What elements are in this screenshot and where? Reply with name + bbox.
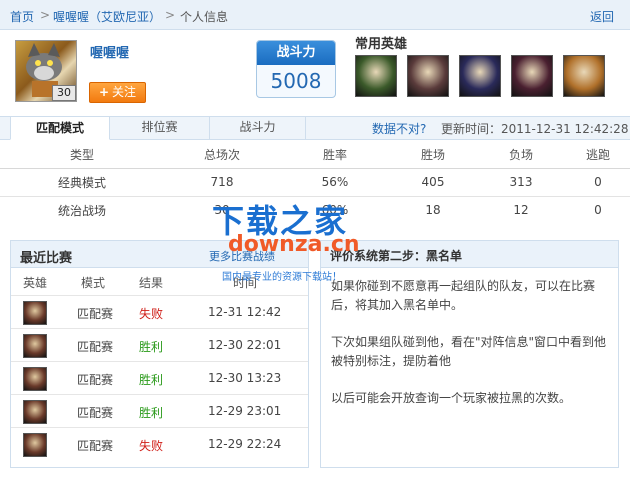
player-avatar: 30 bbox=[15, 40, 77, 102]
breadcrumb-server-link[interactable]: 喔喔喔（艾欧尼亚） bbox=[53, 8, 161, 25]
breadcrumb-separator: > bbox=[165, 8, 176, 22]
tip-panel: 评价系统第二步：黑名单 如果你碰到不愿意再一起组队的队友，可以在比赛后，将其加入… bbox=[320, 240, 619, 468]
follow-button-label: 关注 bbox=[112, 85, 137, 99]
stats-cell: 30 bbox=[164, 195, 280, 224]
match-row[interactable]: 匹配赛 失败 12-31 12:42 bbox=[11, 295, 308, 328]
stats-header: 胜率 bbox=[322, 148, 347, 163]
stats-row: 经典模式 718 56% 405 313 0 bbox=[0, 167, 630, 196]
tab-ranked[interactable]: 排位赛 bbox=[110, 116, 210, 140]
hero-bug-icon bbox=[23, 433, 47, 457]
match-time: 12-31 12:42 bbox=[208, 305, 282, 319]
data-wrong-link[interactable]: 数据不对? bbox=[372, 120, 426, 137]
match-time: 12-30 22:01 bbox=[208, 338, 282, 352]
matches-column-header: 结果 bbox=[139, 276, 164, 290]
combat-power-title: 战斗力 bbox=[257, 41, 335, 65]
stats-cell: 统治战场 bbox=[0, 195, 164, 224]
stats-cell: 12 bbox=[476, 195, 566, 224]
hero-akali-icon bbox=[23, 400, 47, 424]
stats-header: 总场次 bbox=[203, 148, 240, 163]
breadcrumb-separator: > bbox=[40, 8, 51, 22]
stats-header: 负场 bbox=[508, 148, 533, 163]
common-heroes-title: 常用英雄 bbox=[355, 37, 408, 52]
stats-cell: 0 bbox=[566, 195, 630, 224]
breadcrumb: 首页 > 喔喔喔（艾欧尼亚） > 个人信息 返回 bbox=[0, 0, 630, 30]
combat-power-box: 战斗力 5008 bbox=[256, 40, 336, 98]
recent-matches-header: 最近比赛 更多比赛战绩 bbox=[11, 241, 308, 268]
match-time: 12-29 23:01 bbox=[208, 404, 282, 418]
back-link[interactable]: 返回 bbox=[590, 8, 614, 25]
tip-paragraph: 以后可能会开放查询一个玩家被拉黑的次数。 bbox=[331, 391, 572, 405]
stats-row: 统治战场 30 60% 18 12 0 bbox=[0, 195, 630, 224]
match-result: 失败 bbox=[139, 307, 164, 321]
tip-title: 评价系统第二步：黑名单 bbox=[330, 249, 463, 263]
tip-paragraph: 如果你碰到不愿意再一起组队的队友，可以在比赛后，将其加入黑名单中。 bbox=[331, 279, 596, 312]
match-mode: 匹配赛 bbox=[77, 340, 114, 354]
match-time: 12-30 13:23 bbox=[208, 371, 282, 385]
match-mode: 匹配赛 bbox=[77, 439, 114, 453]
tab-combat-power[interactable]: 战斗力 bbox=[210, 116, 306, 140]
match-row[interactable]: 匹配赛 胜利 12-29 23:01 bbox=[11, 394, 308, 427]
recent-matches-panel: 最近比赛 更多比赛战绩 英雄 模式 结果 时间 匹配赛 失败 12-31 12:42… bbox=[10, 240, 309, 468]
matches-column-header: 模式 bbox=[81, 276, 106, 290]
stats-header: 逃跑 bbox=[585, 148, 610, 163]
stats-cell: 405 bbox=[390, 167, 476, 196]
match-row[interactable]: 匹配赛 胜利 12-30 22:01 bbox=[11, 328, 308, 361]
match-time: 12-29 22:24 bbox=[208, 437, 282, 451]
stats-header-row: 类型 总场次 胜率 胜场 负场 逃跑 bbox=[0, 142, 630, 168]
recent-matches-title: 最近比赛 bbox=[20, 251, 73, 266]
stats-cell: 18 bbox=[390, 195, 476, 224]
level-badge: 30 bbox=[52, 85, 76, 101]
hero-akali-icon bbox=[23, 301, 47, 325]
combat-power-value: 5008 bbox=[270, 69, 322, 93]
stats-cell: 718 bbox=[164, 167, 280, 196]
hero-jax-icon[interactable] bbox=[563, 55, 605, 97]
match-mode: 匹配赛 bbox=[77, 406, 114, 420]
follow-button[interactable]: + 关注 bbox=[89, 82, 146, 103]
stats-cell: 313 bbox=[476, 167, 566, 196]
hero-bug-icon[interactable] bbox=[355, 55, 397, 97]
stats-cell: 56% bbox=[280, 167, 390, 196]
tip-paragraph: 下次如果组队碰到他，看在"对阵信息"窗口中看到他被特别标注，提防着他 bbox=[331, 335, 607, 368]
hero-kassadin-icon[interactable] bbox=[459, 55, 501, 97]
stats-header: 胜场 bbox=[420, 148, 445, 163]
hero-vayne-icon[interactable] bbox=[511, 55, 553, 97]
match-row[interactable]: 匹配赛 失败 12-29 22:24 bbox=[11, 427, 308, 460]
tip-header: 评价系统第二步：黑名单 bbox=[321, 241, 618, 268]
breadcrumb-home-link[interactable]: 首页 bbox=[10, 8, 34, 25]
hero-akali-icon bbox=[23, 367, 47, 391]
more-matches-link[interactable]: 更多比赛战绩 bbox=[209, 248, 275, 264]
match-mode: 匹配赛 bbox=[77, 307, 114, 321]
hero-akali-icon bbox=[23, 334, 47, 358]
match-result: 胜利 bbox=[139, 340, 164, 354]
stats-cell: 0 bbox=[566, 167, 630, 196]
match-result: 胜利 bbox=[139, 406, 164, 420]
hero-akali-icon[interactable] bbox=[407, 55, 449, 97]
player-name: 喔喔喔 bbox=[90, 46, 130, 61]
stats-cell: 经典模式 bbox=[0, 167, 164, 196]
breadcrumb-current: 个人信息 bbox=[180, 10, 229, 24]
matches-column-header: 时间 bbox=[233, 276, 258, 290]
update-time: 更新时间：2011-12-31 12:42:28 bbox=[441, 122, 629, 136]
match-result: 失败 bbox=[139, 439, 164, 453]
tab-bar: 匹配模式 排位赛 战斗力 数据不对? 更新时间：2011-12-31 12:42… bbox=[0, 116, 630, 140]
matches-column-header: 英雄 bbox=[23, 276, 48, 290]
match-result: 胜利 bbox=[139, 373, 164, 387]
stats-table: 类型 总场次 胜率 胜场 负场 逃跑 经典模式 718 56% 405 313 … bbox=[0, 142, 630, 224]
plus-icon: + bbox=[98, 85, 110, 99]
stats-header: 类型 bbox=[69, 148, 94, 163]
stats-cell: 60% bbox=[280, 195, 390, 224]
match-mode: 匹配赛 bbox=[77, 373, 114, 387]
tab-match-mode[interactable]: 匹配模式 bbox=[10, 116, 110, 140]
match-row[interactable]: 匹配赛 胜利 12-30 13:23 bbox=[11, 361, 308, 394]
